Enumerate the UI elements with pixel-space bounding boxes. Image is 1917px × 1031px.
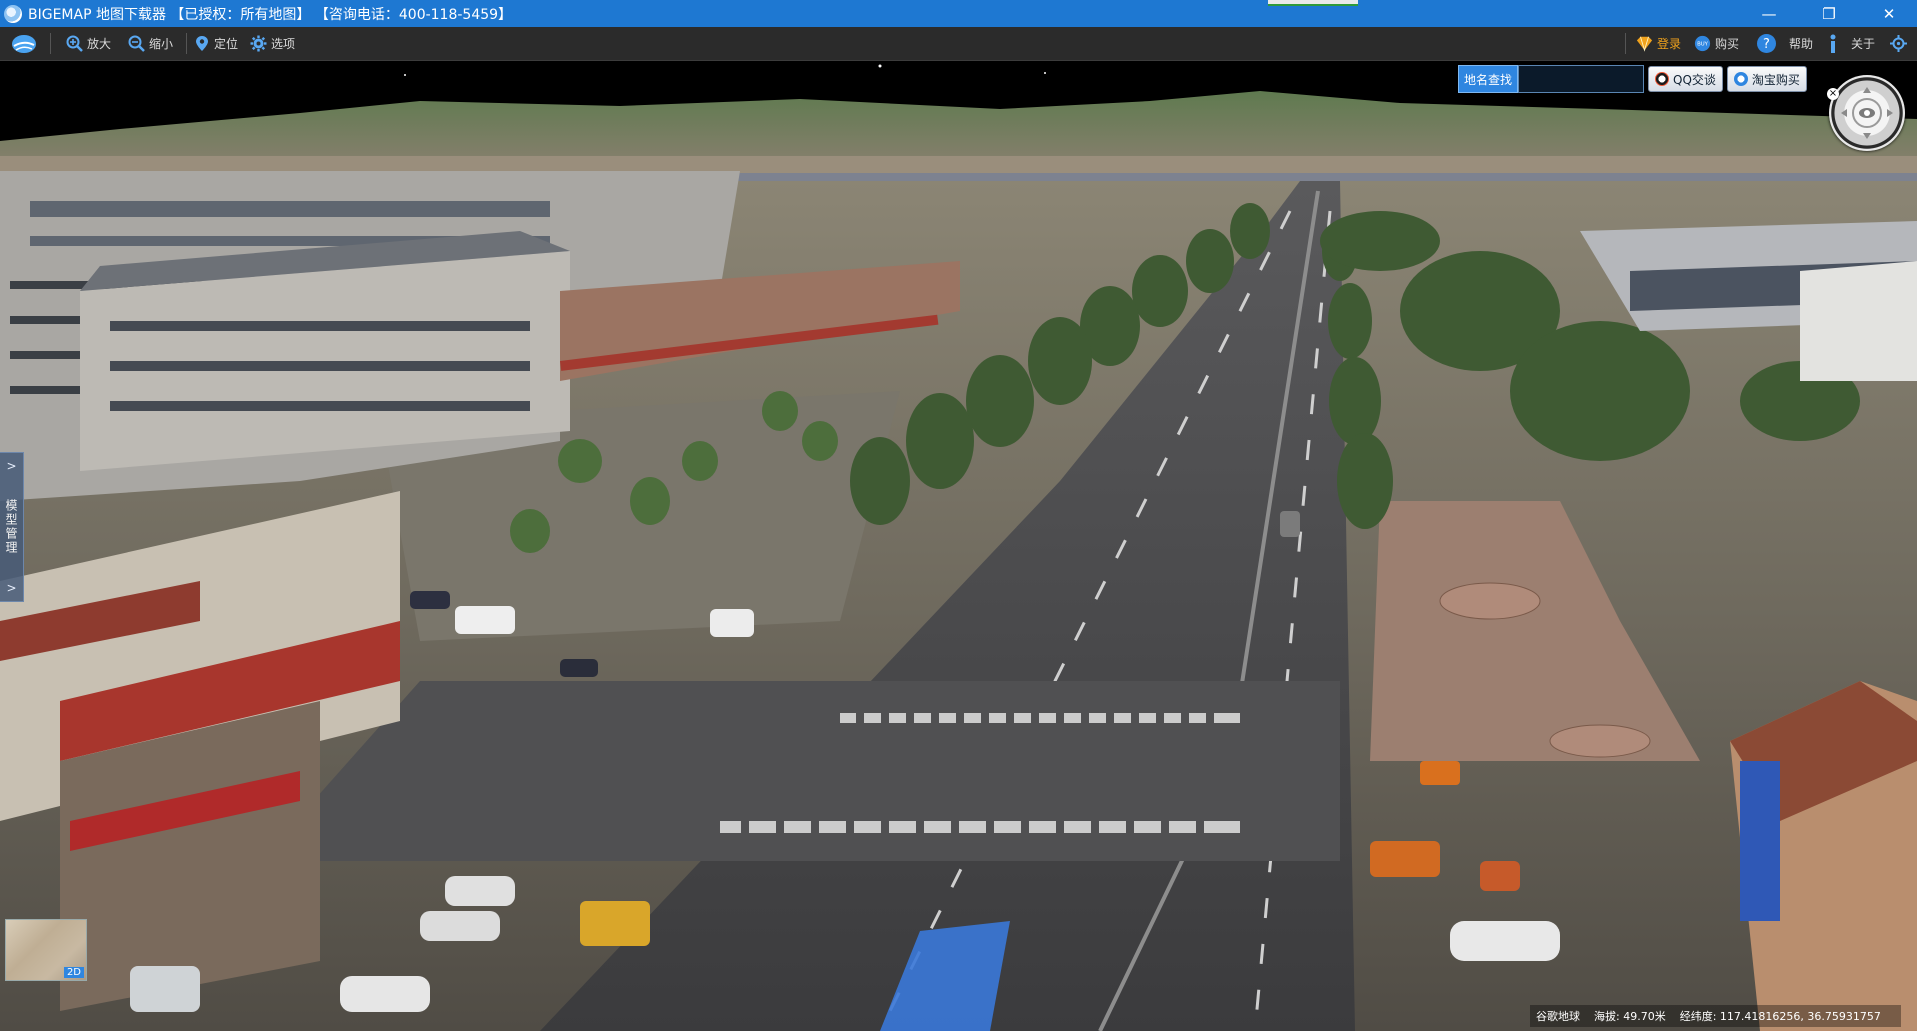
qq-chat-label: QQ交谈: [1673, 72, 1716, 87]
locate-label: 定位: [214, 37, 239, 51]
about-button[interactable]: 关于: [1824, 27, 1875, 60]
minimize-button[interactable]: —: [1741, 0, 1797, 27]
taobao-icon: [1733, 72, 1748, 86]
chevron-right-icon: >: [6, 459, 17, 473]
window-title: BIGEMAP 地图下载器 【已授权：所有地图】 【咨询电话：400-118-5…: [28, 6, 513, 23]
place-search-input[interactable]: [1518, 65, 1644, 93]
place-search-panel: 地名查找 QQ交谈 淘宝购买: [1458, 65, 1807, 93]
compass-arrows-icon: [1841, 87, 1893, 139]
crosshair-icon: [1890, 35, 1907, 52]
close-button[interactable]: ✕: [1861, 0, 1917, 27]
login-label: 登录: [1657, 37, 1682, 51]
toolbar: 放大 缩小 定位 选项 登录 BUY 购买 ? 帮助 关于: [0, 27, 1917, 61]
minimap-2d-label: 2D: [63, 967, 84, 978]
zoom-out-label: 缩小: [149, 37, 174, 51]
title-bar: BIGEMAP 地图下载器 【已授权：所有地图】 【咨询电话：400-118-5…: [0, 0, 1917, 27]
taobao-buy-button[interactable]: 淘宝购买: [1726, 66, 1807, 92]
place-search-button[interactable]: 地名查找: [1458, 65, 1518, 93]
locate-button[interactable]: 定位: [193, 27, 238, 60]
login-diamond-icon: [1636, 35, 1653, 52]
minimap-2d[interactable]: 2D: [5, 919, 87, 981]
zoom-out-button[interactable]: 缩小: [128, 27, 173, 60]
zoom-in-button[interactable]: 放大: [66, 27, 111, 60]
title-bar-strip: [1268, 0, 1358, 6]
coordinates-text: 经纬度: 117.41816256, 36.75931757: [1679, 1010, 1881, 1023]
chevron-right-icon: >: [6, 581, 17, 595]
help-label: 帮助: [1789, 37, 1814, 51]
qq-chat-button[interactable]: QQ交谈: [1648, 66, 1723, 92]
taobao-buy-label: 淘宝购买: [1751, 72, 1800, 87]
zoom-in-icon: [66, 35, 83, 52]
help-icon: ?: [1755, 34, 1777, 53]
map-3d-scene: [0, 61, 1917, 1031]
help-button[interactable]: ? 帮助: [1755, 27, 1813, 60]
info-icon: [1824, 34, 1841, 53]
map-viewport[interactable]: [0, 61, 1917, 1031]
buy-button[interactable]: BUY 购买: [1694, 27, 1739, 60]
menu-globe-button[interactable]: [10, 27, 38, 60]
options-label: 选项: [271, 37, 296, 51]
login-button[interactable]: 登录: [1636, 27, 1681, 60]
svg-text:BUY: BUY: [1697, 42, 1709, 48]
maximize-button[interactable]: ❐: [1801, 0, 1857, 27]
toolbar-divider: [50, 33, 51, 54]
zoom-out-icon: [128, 35, 145, 52]
status-bar: 谷歌地球 海拔: 49.70米 经纬度: 117.41816256, 36.75…: [1530, 1005, 1901, 1027]
toolbar-divider: [186, 33, 187, 54]
compass-reset-icon[interactable]: ×: [1827, 88, 1839, 100]
zoom-in-label: 放大: [87, 37, 112, 51]
navigation-compass[interactable]: [1829, 75, 1905, 151]
map-source-text: 谷歌地球: [1536, 1010, 1580, 1023]
model-management-tab[interactable]: > 模型管理 >: [0, 452, 24, 602]
crosshair-button[interactable]: [1890, 27, 1911, 60]
buy-icon: BUY: [1694, 35, 1711, 52]
qq-penguin-icon: [1655, 72, 1669, 86]
gear-icon: [250, 35, 267, 52]
svg-text:?: ?: [1763, 37, 1770, 52]
toolbar-divider: [1625, 33, 1626, 54]
buy-label: 购买: [1715, 37, 1740, 51]
altitude-text: 海拔: 49.70米: [1594, 1010, 1666, 1023]
app-logo-icon: [4, 4, 22, 23]
about-label: 关于: [1851, 37, 1876, 51]
location-pin-icon: [193, 35, 210, 52]
options-button[interactable]: 选项: [250, 27, 295, 60]
globe-icon: [12, 34, 36, 53]
model-management-label: 模型管理: [4, 499, 18, 555]
